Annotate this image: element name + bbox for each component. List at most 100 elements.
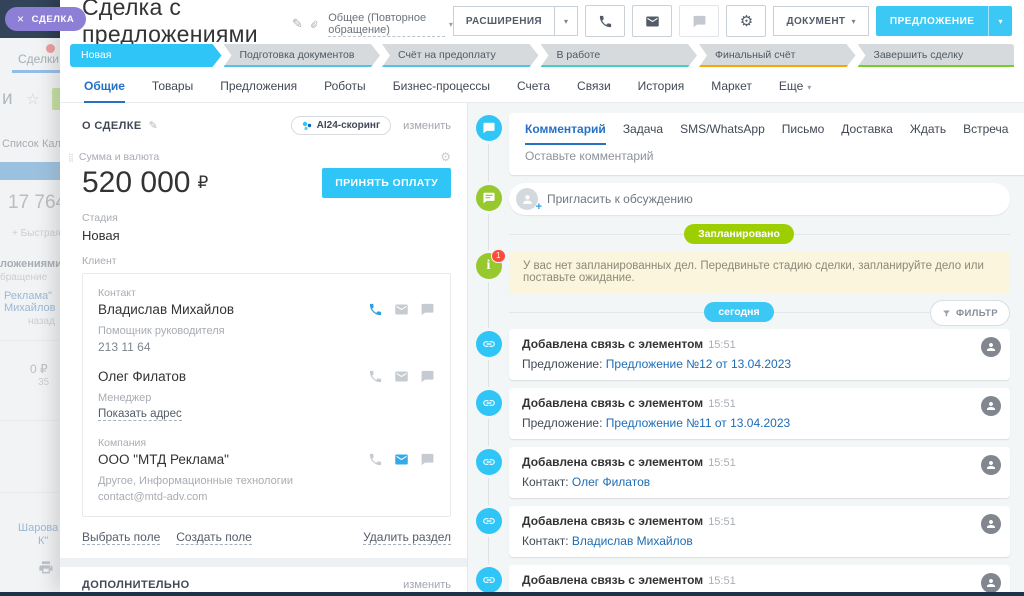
contact-name[interactable]: Владислав Михайлов <box>98 302 234 317</box>
avatar <box>981 396 1001 416</box>
stage-close[interactable]: Завершить сделку <box>858 44 1015 67</box>
timeline-entry: Добавлена связь с элементом15:51 Предлож… <box>468 329 1010 380</box>
tab-invoices[interactable]: Счета <box>517 79 550 103</box>
extensions-label[interactable]: РАСШИРЕНИЯ <box>453 6 555 36</box>
close-icon[interactable]: × <box>17 12 25 26</box>
timeline-panel: Комментарий Задача SMS/WhatsApp Письмо Д… <box>468 103 1024 592</box>
proposal-label[interactable]: ПРЕДЛОЖЕНИЕ <box>876 6 989 36</box>
entry-title: Добавлена связь с элементом15:51 <box>522 337 976 351</box>
select-field-link[interactable]: Выбрать поле <box>82 530 160 545</box>
drag-handle-icon[interactable]: ⣿ <box>68 154 74 161</box>
tab-products[interactable]: Товары <box>152 79 193 103</box>
edit-title-icon[interactable]: ✎ <box>292 16 303 32</box>
invite-to-discussion[interactable]: + Пригласить к обсуждению <box>509 183 1010 215</box>
about-edit-link[interactable]: изменить <box>403 120 451 132</box>
phone-icon[interactable] <box>368 369 383 384</box>
tab-delivery[interactable]: Доставка <box>841 113 893 145</box>
stage-inwork[interactable]: В работе <box>541 44 698 67</box>
tab-more[interactable]: Еще▾ <box>779 79 811 103</box>
discussion-icon <box>476 185 502 211</box>
tab-wait[interactable]: Ждать <box>910 113 946 145</box>
tab-general[interactable]: Общие <box>84 79 125 103</box>
stage-new[interactable]: Новая <box>70 44 222 67</box>
extensions-caret[interactable]: ▾ <box>555 6 578 36</box>
stage-prepay[interactable]: Счёт на предоплату <box>382 44 539 67</box>
proposal-caret[interactable]: ▾ <box>988 6 1012 36</box>
tab-history[interactable]: История <box>638 79 685 103</box>
proposal-button[interactable]: ПРЕДЛОЖЕНИЕ ▾ <box>876 6 1012 36</box>
stage-docs[interactable]: Подготовка документов <box>224 44 381 67</box>
contact-phone: 213 11 64 <box>98 340 435 354</box>
tab-task[interactable]: Задача <box>623 113 663 145</box>
show-address-link[interactable]: Показать адрес <box>98 408 182 421</box>
field-gear-icon[interactable]: ⚙ <box>440 150 451 164</box>
tab-sms-whatsapp[interactable]: SMS/WhatsApp <box>680 113 765 145</box>
entry-link[interactable]: Предложение №12 от 13.04.2023 <box>606 357 791 371</box>
accept-payment-button[interactable]: ПРИНЯТЬ ОПЛАТУ <box>322 168 451 198</box>
comment-input[interactable] <box>509 145 1024 175</box>
invite-label: Пригласить к обсуждению <box>547 192 693 206</box>
chat-button[interactable] <box>679 5 719 37</box>
additional-edit-link[interactable]: изменить <box>403 579 451 591</box>
entry-link[interactable]: Владислав Михайлов <box>572 534 693 548</box>
document-label[interactable]: ДОКУМЕНТ ▾ <box>773 6 868 36</box>
settings-button[interactable]: ⚙ <box>726 5 766 37</box>
deal-tabs: Общие Товары Предложения Роботы Бизнес-п… <box>60 71 1024 103</box>
create-field-link[interactable]: Создать поле <box>176 530 252 545</box>
phone-icon[interactable] <box>368 302 383 317</box>
chat-icon[interactable] <box>420 302 435 317</box>
tab-links[interactable]: Связи <box>577 79 611 103</box>
client-box: Контакт Владислав Михайлов Помощник руко… <box>82 273 451 517</box>
gear-icon: ⚙ <box>740 14 753 29</box>
add-user-icon: + <box>516 188 538 210</box>
slider-tab-deal[interactable]: × СДЕЛКА <box>5 7 86 31</box>
composer-card: Комментарий Задача SMS/WhatsApp Письмо Д… <box>509 113 1024 175</box>
entry-link[interactable]: Олег Филатов <box>572 475 650 489</box>
currency-symbol: ₽ <box>197 173 208 193</box>
contact-name[interactable]: Олег Филатов <box>98 369 186 384</box>
extensions-button[interactable]: РАСШИРЕНИЯ ▾ <box>453 6 579 36</box>
planned-divider: Запланировано <box>468 223 1010 245</box>
composer-tabs: Комментарий Задача SMS/WhatsApp Письмо Д… <box>509 113 1024 145</box>
tab-robots[interactable]: Роботы <box>324 79 366 103</box>
link-icon <box>476 331 502 357</box>
delete-section-link[interactable]: Удалить раздел <box>363 530 451 545</box>
entry-body: Контакт: Владислав Михайлов <box>522 534 976 548</box>
mail-icon[interactable] <box>394 452 409 467</box>
ai-scoring-button[interactable]: AI24-скоринг <box>291 116 391 135</box>
document-button[interactable]: ДОКУМЕНТ ▾ <box>773 6 868 36</box>
filter-button[interactable]: ФИЛЬТР <box>930 300 1010 326</box>
company-name[interactable]: ООО "МТД Реклама" <box>98 452 229 467</box>
additional-section-title: ДОПОЛНИТЕЛЬНО <box>82 579 190 591</box>
call-button[interactable] <box>585 5 625 37</box>
stage-pipeline: Новая Подготовка документов Счёт на пред… <box>60 42 1024 71</box>
page-title: Сделка с предложениями <box>82 0 284 48</box>
email-button[interactable] <box>632 5 672 37</box>
info-icon: i 1 <box>476 253 502 279</box>
stage-final-invoice[interactable]: Финальный счёт <box>699 44 856 67</box>
chat-icon[interactable] <box>420 452 435 467</box>
link-icon <box>476 390 502 416</box>
chat-icon[interactable] <box>420 369 435 384</box>
timeline-entry: Добавлена связь с элементом15:51 Контакт… <box>468 506 1010 557</box>
mail-icon[interactable] <box>394 302 409 317</box>
link-icon <box>476 449 502 475</box>
tab-meeting[interactable]: Встреча <box>963 113 1008 145</box>
window-bottom-edge <box>0 592 1024 596</box>
mail-icon[interactable] <box>394 369 409 384</box>
edit-section-icon[interactable]: ✎ <box>149 119 158 132</box>
deal-header: Сделка с предложениями ✎ Общее (Повторно… <box>60 0 1024 42</box>
tab-market[interactable]: Маркет <box>711 79 752 103</box>
entry-link[interactable]: Предложение №11 от 13.04.2023 <box>606 416 790 430</box>
tab-comment[interactable]: Комментарий <box>525 113 606 145</box>
tab-letter[interactable]: Письмо <box>782 113 825 145</box>
entry-time: 15:51 <box>708 516 736 528</box>
phone-icon[interactable] <box>368 452 383 467</box>
stage-field-value: Новая <box>82 228 451 243</box>
paperclip-icon[interactable] <box>309 18 318 31</box>
tab-proposals[interactable]: Предложения <box>220 79 297 103</box>
tab-bizproc[interactable]: Бизнес-процессы <box>393 79 490 103</box>
deal-category-selector[interactable]: Общее (Повторное обращение) <box>328 12 445 37</box>
entry-title: Добавлена связь с элементом15:51 <box>522 396 976 410</box>
chat-icon <box>692 14 707 29</box>
